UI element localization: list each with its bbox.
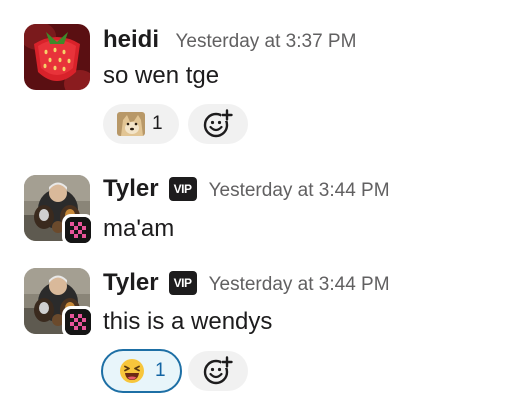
message-header: Tyler VIP Yesterday at 3:44 PM: [103, 267, 390, 299]
add-emoji-icon: [203, 356, 233, 386]
reaction-count: 1: [155, 360, 166, 381]
avatar-heidi[interactable]: [24, 24, 90, 90]
message-text: so wen tge: [103, 62, 220, 89]
reaction-pill-selected[interactable]: 1: [101, 349, 182, 393]
author-name[interactable]: Tyler: [103, 269, 159, 296]
checker-badge-icon: [65, 217, 91, 243]
status-badge: [62, 214, 94, 246]
status-badge: [62, 306, 94, 338]
author-name[interactable]: heidi: [103, 26, 159, 53]
vip-badge: VIP: [168, 271, 197, 295]
doge-emoji-icon: [117, 112, 145, 136]
strawberry-avatar-image: [24, 24, 90, 90]
timestamp[interactable]: Yesterday at 3:37 PM: [175, 31, 356, 52]
message-header: heidi Yesterday at 3:37 PM: [103, 24, 356, 56]
message-header: Tyler VIP Yesterday at 3:44 PM: [103, 173, 390, 205]
author-name[interactable]: Tyler: [103, 175, 159, 202]
timestamp[interactable]: Yesterday at 3:44 PM: [209, 274, 390, 295]
add-emoji-icon: [203, 109, 233, 139]
timestamp[interactable]: Yesterday at 3:44 PM: [209, 180, 390, 201]
add-reaction-button[interactable]: [188, 104, 248, 144]
laughing-face-emoji-icon: [119, 358, 145, 384]
add-reaction-button[interactable]: [188, 351, 248, 391]
reaction-count: 1: [152, 113, 163, 134]
checker-badge-icon: [65, 309, 91, 335]
reaction-pill[interactable]: 1: [103, 104, 179, 144]
message-text: this is a wendys: [103, 308, 273, 335]
vip-badge: VIP: [168, 177, 197, 201]
message-text: ma'am: [103, 215, 175, 242]
